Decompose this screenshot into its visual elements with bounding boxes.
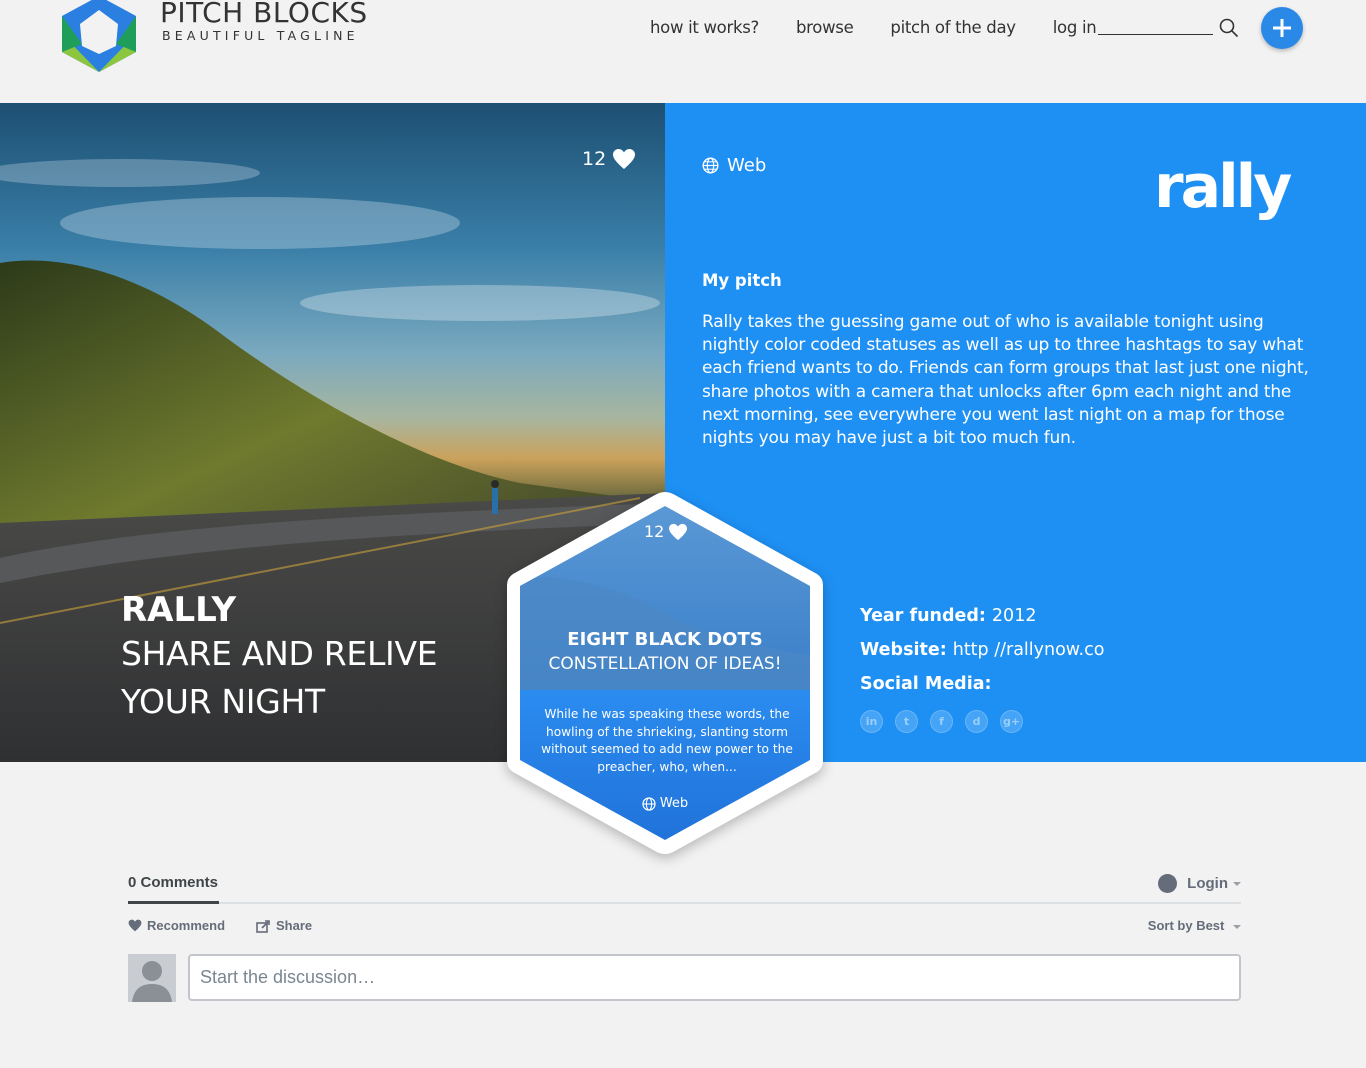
sort-chevron-icon <box>1233 924 1241 929</box>
login-label: Login <box>1187 875 1228 892</box>
recommend-button[interactable]: Recommend <box>128 918 225 933</box>
social-icons: in t f d g+ <box>860 710 1023 733</box>
login-menu[interactable]: Login <box>1158 874 1241 893</box>
card-description: While he was speaking these words, the h… <box>541 707 793 774</box>
heart-icon[interactable] <box>612 148 636 170</box>
card-heart-icon[interactable] <box>668 523 688 541</box>
card-likes-counter[interactable]: 12 <box>644 522 688 541</box>
avatar <box>128 954 176 1002</box>
plus-icon <box>1273 19 1291 37</box>
add-pitch-button[interactable] <box>1261 7 1303 49</box>
year-funded-label: Year funded: <box>860 606 986 626</box>
social-media-row: Social Media: <box>860 667 1104 701</box>
likes-count: 12 <box>582 148 607 170</box>
sort-label: Sort by Best <box>1147 918 1225 933</box>
brand-tagline: BEAUTIFUL TAGLINE <box>162 28 359 43</box>
brand[interactable]: PITCH BLOCKS BEAUTIFUL TAGLINE <box>160 0 368 43</box>
card-title-sub: CONSTELLATION OF IDEAS! <box>548 654 782 674</box>
card-likes-count: 12 <box>644 522 665 541</box>
recommend-label: Recommend <box>147 918 226 933</box>
pitch-hex-card[interactable]: 12 EIGHT BLACK DOTS CONSTELLATION OF IDE… <box>505 490 825 856</box>
site-header: PITCH BLOCKS BEAUTIFUL TAGLINE how it wo… <box>0 0 1366 103</box>
hero-name: RALLY <box>121 590 237 630</box>
card-category-tag[interactable]: Web <box>505 796 825 811</box>
nav-pitch-of-the-day[interactable]: pitch of the day <box>890 18 1016 37</box>
website-label: Website: <box>860 640 947 660</box>
comment-composer <box>128 954 1241 1004</box>
year-funded-row: Year funded: 2012 <box>860 599 1104 633</box>
chat-bubble-icon <box>1158 874 1178 893</box>
dribbble-icon[interactable]: d <box>965 710 988 733</box>
card-title: EIGHT BLACK DOTS CONSTELLATION OF IDEAS! <box>519 628 811 676</box>
hero-title: RALLY SHARE AND RELIVE YOUR NIGHT <box>121 590 438 726</box>
nav-log-in[interactable]: log in <box>1053 18 1097 37</box>
category-label: Web <box>727 155 767 176</box>
comment-input[interactable] <box>188 954 1241 1001</box>
share-button[interactable]: Share <box>256 918 312 933</box>
heart-icon <box>128 919 142 932</box>
likes-counter[interactable]: 12 <box>582 148 636 170</box>
chevron-down-icon <box>1233 881 1241 886</box>
hero-subtitle-line2: YOUR NIGHT <box>121 682 325 721</box>
website-row: Website: http //rallynow.co <box>860 633 1104 667</box>
nav-browse[interactable]: browse <box>796 18 854 37</box>
nav-how-it-works[interactable]: how it works? <box>650 18 759 37</box>
comments-section: 0 Comments Login Recommend Share Sort by… <box>128 870 1241 1004</box>
hero-subtitle-line1: SHARE AND RELIVE <box>121 634 438 673</box>
share-label: Share <box>276 918 313 933</box>
linkedin-icon[interactable]: in <box>860 710 883 733</box>
twitter-icon[interactable]: t <box>895 710 918 733</box>
pitch-meta: Year funded: 2012 Website: http //rallyn… <box>860 599 1104 701</box>
comments-header: 0 Comments Login <box>128 870 1241 904</box>
social-media-label: Social Media: <box>860 674 992 694</box>
comments-count-tab[interactable]: 0 Comments <box>128 874 219 904</box>
pitch-text: Rally takes the guessing game out of who… <box>702 312 1309 449</box>
card-category-label: Web <box>659 796 689 811</box>
pitch-heading: My pitch <box>702 271 782 290</box>
sort-dropdown[interactable]: Sort by Best <box>1148 918 1241 933</box>
main-nav: how it works? browse pitch of the day lo… <box>650 18 1133 37</box>
search-input[interactable] <box>1098 34 1213 35</box>
search-icon[interactable] <box>1218 17 1240 39</box>
brand-name: PITCH BLOCKS <box>160 0 368 29</box>
share-icon <box>256 919 270 933</box>
rally-logo: rally <box>1154 152 1292 222</box>
card-title-main: EIGHT BLACK DOTS <box>567 629 763 650</box>
category-tag[interactable]: Web <box>702 155 766 176</box>
card-globe-icon <box>642 796 656 811</box>
year-funded-value: 2012 <box>991 606 1037 626</box>
facebook-icon[interactable]: f <box>930 710 953 733</box>
globe-icon <box>702 157 719 174</box>
user-icon <box>132 961 172 1002</box>
logo-icon[interactable] <box>56 0 142 72</box>
google-plus-icon[interactable]: g+ <box>1000 710 1023 733</box>
comments-actions: Recommend Share Sort by Best <box>128 904 1241 944</box>
website-link[interactable]: http //rallynow.co <box>953 640 1105 660</box>
